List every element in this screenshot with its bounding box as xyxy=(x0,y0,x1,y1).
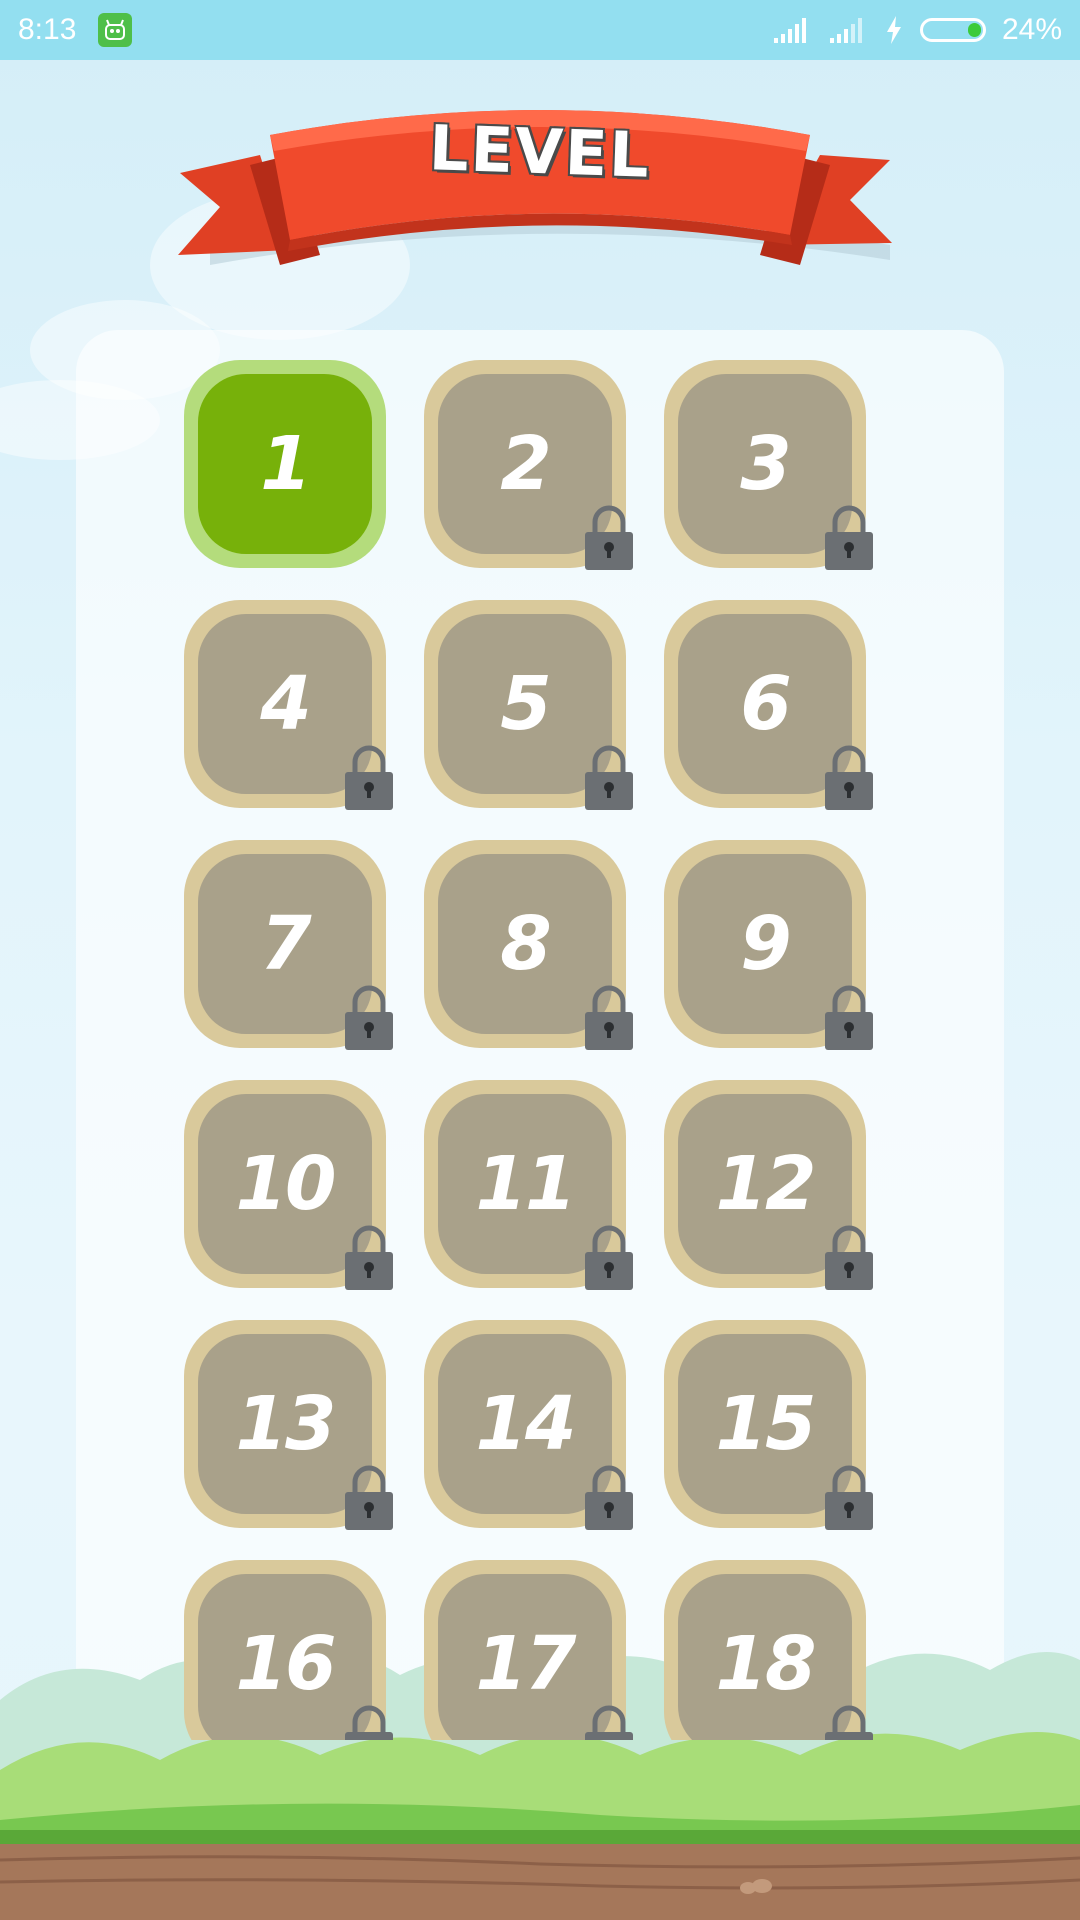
level-number: 13 xyxy=(235,1381,337,1467)
level-number: 4 xyxy=(260,661,311,747)
level-button-15[interactable]: 15 xyxy=(664,1320,873,1530)
level-number: 3 xyxy=(740,421,791,507)
level-button-7[interactable]: 7 xyxy=(184,840,393,1050)
level-button-9[interactable]: 9 xyxy=(664,840,873,1050)
level-number: 17 xyxy=(475,1621,577,1707)
level-number: 10 xyxy=(235,1141,337,1227)
level-button-13[interactable]: 13 xyxy=(184,1320,393,1530)
level-button-18[interactable]: 18 xyxy=(664,1560,873,1740)
lock-icon xyxy=(824,1702,874,1740)
lock-icon xyxy=(344,1702,394,1740)
level-button-11[interactable]: 11 xyxy=(424,1080,633,1290)
level-number: 2 xyxy=(500,421,551,507)
level-number: 12 xyxy=(715,1141,817,1227)
level-button-2[interactable]: 2 xyxy=(424,360,633,570)
lock-icon xyxy=(584,1222,634,1290)
lock-icon xyxy=(824,742,874,810)
lock-icon xyxy=(344,742,394,810)
level-number: 9 xyxy=(740,901,791,987)
level-button-10[interactable]: 10 xyxy=(184,1080,393,1290)
lock-icon xyxy=(584,502,634,570)
level-button-face: 1 xyxy=(198,374,372,554)
level-number: 6 xyxy=(740,661,791,747)
level-number: 16 xyxy=(235,1621,337,1707)
level-button-4[interactable]: 4 xyxy=(184,600,393,810)
level-number: 5 xyxy=(500,661,551,747)
level-button-12[interactable]: 12 xyxy=(664,1080,873,1290)
level-button-3[interactable]: 3 xyxy=(664,360,873,570)
lock-icon xyxy=(344,982,394,1050)
level-number: 1 xyxy=(260,421,311,507)
level-number: 18 xyxy=(715,1621,817,1707)
level-button-8[interactable]: 8 xyxy=(424,840,633,1050)
lock-icon xyxy=(344,1222,394,1290)
level-number: 8 xyxy=(500,901,551,987)
level-grid: 1 2 3 4 5 6 7 8 9 10 11 12 13 14 15 16 17 18 xyxy=(0,0,1080,1740)
lock-icon xyxy=(584,742,634,810)
lock-icon xyxy=(824,1222,874,1290)
level-number: 11 xyxy=(475,1141,577,1227)
level-button-6[interactable]: 6 xyxy=(664,600,873,810)
level-button-16[interactable]: 16 xyxy=(184,1560,393,1740)
lock-icon xyxy=(824,1462,874,1530)
level-button-1[interactable]: 1 xyxy=(184,360,386,568)
level-button-14[interactable]: 14 xyxy=(424,1320,633,1530)
level-number: 7 xyxy=(260,901,311,987)
lock-icon xyxy=(584,1702,634,1740)
level-button-17[interactable]: 17 xyxy=(424,1560,633,1740)
level-number: 15 xyxy=(715,1381,817,1467)
level-number: 14 xyxy=(475,1381,577,1467)
lock-icon xyxy=(824,502,874,570)
lock-icon xyxy=(344,1462,394,1530)
lock-icon xyxy=(584,982,634,1050)
lock-icon xyxy=(824,982,874,1050)
level-button-5[interactable]: 5 xyxy=(424,600,633,810)
lock-icon xyxy=(584,1462,634,1530)
